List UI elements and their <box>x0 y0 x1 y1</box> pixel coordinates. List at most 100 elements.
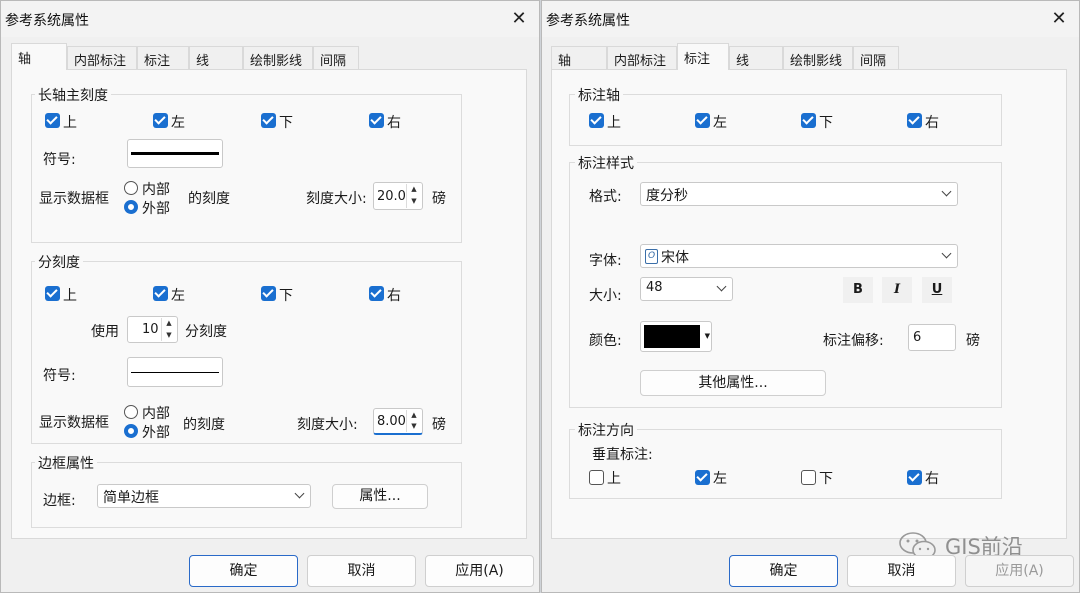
left-cancel-button[interactable]: 取消 <box>307 555 416 587</box>
chevron-down-icon <box>941 248 952 259</box>
right-dialog-title: 参考系统属性 <box>546 13 630 29</box>
format-select[interactable]: 度分秒 <box>640 182 958 206</box>
font-label: 字体: <box>589 253 622 269</box>
offset-input[interactable]: 6 <box>908 324 956 351</box>
minor-count-spin[interactable]: ▲ ▼ <box>161 318 176 341</box>
major-symbol-label: 符号: <box>43 152 76 168</box>
axis-left-label: 左 <box>713 115 727 131</box>
major-symbol-button[interactable] <box>127 139 223 168</box>
color-picker[interactable]: ▼ <box>640 321 712 352</box>
major-top-checkbox[interactable] <box>45 113 60 128</box>
size-select[interactable]: 48 <box>640 277 733 301</box>
color-swatch <box>644 325 700 348</box>
major-inner-radio[interactable] <box>124 181 138 195</box>
axis-right-checkbox[interactable] <box>907 113 922 128</box>
dir-right-checkbox[interactable] <box>907 470 922 485</box>
italic-button[interactable]: I <box>882 277 912 303</box>
left-dialog: 参考系统属性 ✕ 轴 内部标注 标注 线 绘制影线 间隔 长轴主刻度 上 左 下… <box>0 0 540 593</box>
minor-top-label: 上 <box>63 288 77 304</box>
left-dialog-title: 参考系统属性 <box>5 13 89 29</box>
major-size-stepper[interactable]: 20.0 ▲ ▼ <box>373 182 423 210</box>
right-titlebar: 参考系统属性 ✕ <box>542 1 1079 37</box>
left-tab-label[interactable]: 标注 <box>137 46 189 69</box>
left-apply-button[interactable]: 应用(A) <box>425 555 534 587</box>
axis-right-label: 右 <box>925 115 939 131</box>
left-tab-hatch[interactable]: 绘制影线 <box>243 46 313 69</box>
font-select[interactable]: O 宋体 <box>640 244 958 268</box>
minor-size-label: 刻度大小: <box>297 417 358 433</box>
axis-left-checkbox[interactable] <box>695 113 710 128</box>
minor-symbol-line <box>131 372 219 373</box>
minor-unit: 磅 <box>432 417 446 433</box>
format-label: 格式: <box>589 189 622 205</box>
left-tab-interval[interactable]: 间隔 <box>313 46 359 69</box>
right-tab-axis[interactable]: 轴 <box>551 46 607 69</box>
major-right-label: 右 <box>387 115 401 131</box>
minor-ticks-title: 分刻度 <box>35 252 83 272</box>
minor-right-checkbox[interactable] <box>369 286 384 301</box>
right-tab-interval[interactable]: 间隔 <box>853 46 899 69</box>
underline-button[interactable]: U <box>922 277 952 303</box>
label-style-title: 标注样式 <box>575 153 637 173</box>
minor-outer-radio[interactable] <box>124 424 138 438</box>
right-tab-label[interactable]: 标注 <box>677 43 729 70</box>
minor-use-suffix: 分刻度 <box>185 324 227 340</box>
major-ticks-title: 长轴主刻度 <box>35 85 111 105</box>
bold-button[interactable]: B <box>843 277 873 303</box>
right-tab-inner-label[interactable]: 内部标注 <box>607 46 677 69</box>
minor-left-checkbox[interactable] <box>153 286 168 301</box>
left-tab-axis[interactable]: 轴 <box>11 43 67 70</box>
color-label: 颜色: <box>589 333 622 349</box>
minor-top-checkbox[interactable] <box>45 286 60 301</box>
right-tab-hatch[interactable]: 绘制影线 <box>783 46 853 69</box>
axis-bottom-checkbox[interactable] <box>801 113 816 128</box>
major-tick-suffix: 的刻度 <box>188 191 230 207</box>
close-icon: ✕ <box>511 8 527 29</box>
border-select[interactable]: 简单边框 <box>97 484 311 508</box>
more-properties-button[interactable]: 其他属性... <box>640 370 826 396</box>
dir-left-checkbox[interactable] <box>695 470 710 485</box>
dir-top-checkbox[interactable] <box>589 470 604 485</box>
left-ok-button[interactable]: 确定 <box>189 555 298 587</box>
major-left-checkbox[interactable] <box>153 113 168 128</box>
right-close-button[interactable]: ✕ <box>1044 5 1074 33</box>
minor-inner-radio[interactable] <box>124 405 138 419</box>
minor-outer-label: 外部 <box>142 425 170 441</box>
minor-bottom-checkbox[interactable] <box>261 286 276 301</box>
axis-top-label: 上 <box>607 115 621 131</box>
major-outer-label: 外部 <box>142 201 170 217</box>
right-tab-line[interactable]: 线 <box>729 46 783 69</box>
major-size-spin[interactable]: ▲ ▼ <box>406 184 421 208</box>
spin-up-icon: ▲ <box>166 319 172 327</box>
axis-top-checkbox[interactable] <box>589 113 604 128</box>
major-right-checkbox[interactable] <box>369 113 384 128</box>
axis-bottom-label: 下 <box>819 115 833 131</box>
minor-size-stepper[interactable]: 8.00 ▲ ▼ <box>373 408 423 435</box>
minor-size-spin[interactable]: ▲ ▼ <box>406 410 421 432</box>
minor-count-stepper[interactable]: 10 ▲ ▼ <box>127 316 178 343</box>
right-ok-button[interactable]: 确定 <box>729 555 838 587</box>
minor-symbol-button[interactable] <box>127 357 223 387</box>
format-select-value: 度分秒 <box>646 188 688 204</box>
major-left-label: 左 <box>171 115 185 131</box>
left-close-button[interactable]: ✕ <box>504 5 534 33</box>
major-bottom-checkbox[interactable] <box>261 113 276 128</box>
dir-bottom-checkbox[interactable] <box>801 470 816 485</box>
major-top-label: 上 <box>63 115 77 131</box>
left-tab-inner-label[interactable]: 内部标注 <box>67 46 137 69</box>
major-size-label: 刻度大小: <box>306 191 367 207</box>
chevron-down-icon <box>716 281 727 292</box>
right-cancel-button[interactable]: 取消 <box>847 555 956 587</box>
border-properties-button[interactable]: 属性... <box>332 484 428 509</box>
vertical-label: 垂直标注: <box>592 447 653 463</box>
offset-unit: 磅 <box>966 333 980 349</box>
font-type-icon: O <box>645 249 658 264</box>
offset-label: 标注偏移: <box>823 333 884 349</box>
right-apply-button[interactable]: 应用(A) <box>965 555 1074 587</box>
left-tab-line[interactable]: 线 <box>189 46 243 69</box>
minor-tick-suffix: 的刻度 <box>183 417 225 433</box>
chevron-down-icon <box>294 488 305 499</box>
minor-count-value: 10 <box>142 322 159 337</box>
minor-inner-label: 内部 <box>142 406 170 422</box>
major-outer-radio[interactable] <box>124 200 138 214</box>
